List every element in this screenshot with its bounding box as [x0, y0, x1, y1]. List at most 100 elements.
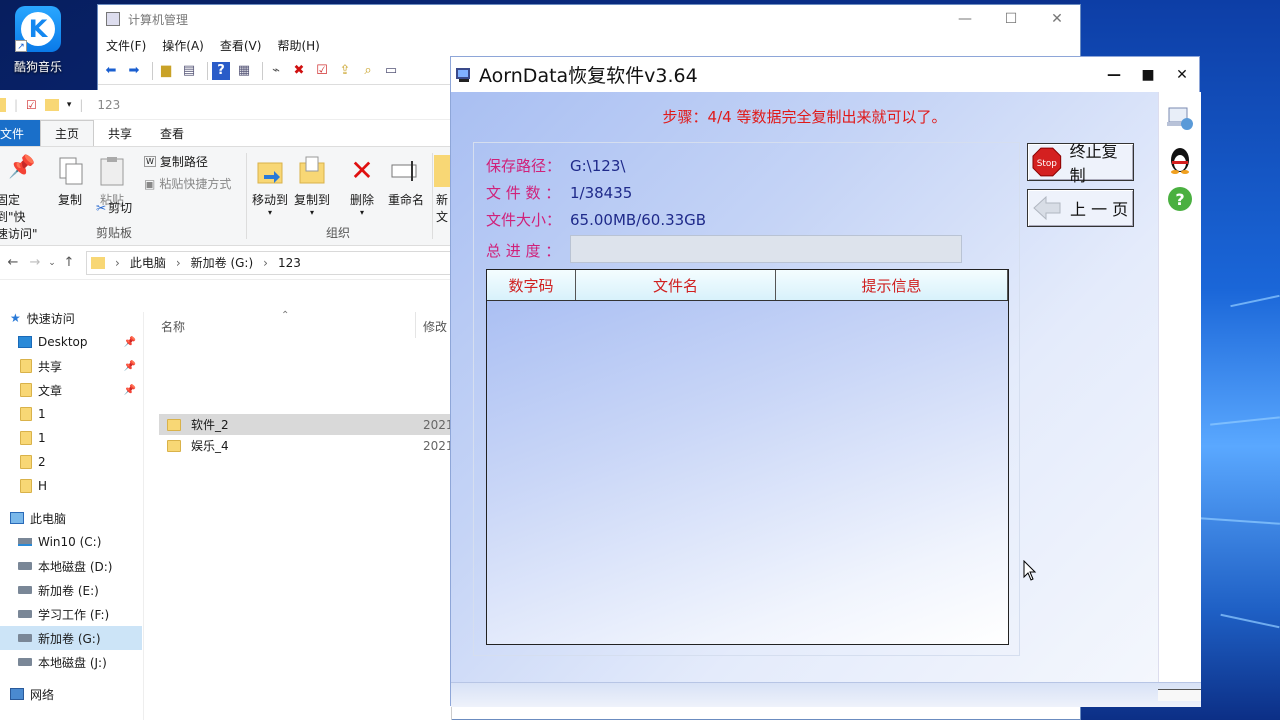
breadcrumb-folder[interactable]: 123: [278, 256, 301, 270]
nav-drive-f[interactable]: 学习工作 (F:): [0, 602, 142, 626]
column-code[interactable]: 数字码: [487, 270, 576, 300]
close-button[interactable]: ✕: [1165, 67, 1199, 83]
nav-item-folder-h[interactable]: H: [0, 474, 142, 498]
help-icon[interactable]: ?: [1165, 184, 1195, 214]
delete-button[interactable]: ✕ 删除 ▾: [344, 155, 380, 218]
copy-file-list[interactable]: 数字码 文件名 提示信息: [486, 269, 1009, 645]
tab-home[interactable]: 主页: [40, 120, 95, 146]
pin-icon: 📌: [8, 155, 36, 180]
properties-check-icon[interactable]: ☑: [26, 98, 37, 112]
paste-shortcut-button[interactable]: ▣ 粘贴快捷方式: [144, 175, 231, 192]
nav-item-folder-1b[interactable]: 1: [0, 426, 142, 450]
nav-drive-d[interactable]: 本地磁盘 (D:): [0, 554, 142, 578]
column-message[interactable]: 提示信息: [776, 270, 1008, 300]
help-icon[interactable]: ?: [212, 61, 230, 80]
mgmt-window-title: 计算机管理: [128, 12, 189, 27]
column-modified[interactable]: 修改: [423, 318, 447, 335]
menu-help[interactable]: 帮助(H): [277, 37, 319, 54]
forward-arrow-icon[interactable]: ➡: [125, 62, 143, 80]
show-hide-tree-icon[interactable]: ▤: [180, 62, 198, 80]
navigation-bar: ← → ⌄ ↑ › 此电脑 › 新加卷 (G:) › 123: [0, 246, 451, 280]
menu-action[interactable]: 操作(A): [162, 37, 204, 54]
back-arrow-icon: [1033, 195, 1061, 221]
desktop-shortcut-kugou[interactable]: K ↗ 酷狗音乐: [4, 6, 72, 78]
nav-item-folder-2[interactable]: 2: [0, 450, 142, 474]
delete-icon[interactable]: ✖: [290, 62, 308, 80]
nav-network[interactable]: 网络: [0, 682, 142, 706]
column-filename[interactable]: 文件名: [576, 270, 776, 300]
nav-item-shared[interactable]: 共享 📌: [0, 354, 142, 378]
cut-button[interactable]: ✂ 剪切: [96, 199, 132, 216]
stop-copy-button[interactable]: Stop 终止复制: [1027, 142, 1134, 185]
back-arrow-icon[interactable]: ⬅: [102, 62, 120, 80]
menu-view[interactable]: 查看(V): [220, 37, 262, 54]
new-item-button[interactable]: 新 文: [434, 155, 450, 225]
nav-tree: ★ 快速访问 Desktop 📌 共享 📌 文章 📌 1 1 2 H 此电脑 W…: [0, 306, 144, 720]
aorn-titlebar[interactable]: AornData恢复软件v3.64 — ■ ✕: [451, 57, 1199, 92]
network-settings-icon[interactable]: [1165, 104, 1195, 134]
nav-drive-c[interactable]: Win10 (C:): [0, 530, 142, 554]
ribbon-tabs: 文件 主页 共享 查看: [0, 120, 451, 146]
export-icon[interactable]: ⇪: [336, 62, 354, 80]
folder-icon: [20, 359, 32, 373]
mouse-cursor-icon: [1023, 560, 1037, 581]
address-bar[interactable]: › 此电脑 › 新加卷 (G:) › 123: [86, 250, 451, 275]
drive-icon: [18, 586, 32, 594]
list-icon[interactable]: ▭: [382, 62, 400, 80]
nav-item-folder-1[interactable]: 1: [0, 402, 142, 426]
nav-item-articles[interactable]: 文章 📌: [0, 378, 142, 402]
paste-shortcut-icon: ▣: [144, 176, 156, 191]
new-folder-icon[interactable]: [44, 98, 59, 111]
drive-icon: [18, 610, 32, 618]
maximize-button[interactable]: ■: [1131, 67, 1165, 83]
scissors-icon: ✂: [96, 200, 107, 215]
maximize-button[interactable]: ☐: [988, 11, 1034, 27]
nav-drive-j[interactable]: 本地磁盘 (J:): [0, 650, 142, 674]
step-message: 步骤：4/4 等数据完全复制出来就可以了。: [662, 108, 947, 126]
check-icon[interactable]: ☑: [313, 62, 331, 80]
forward-arrow-icon[interactable]: →: [24, 255, 46, 270]
back-arrow-icon[interactable]: ←: [2, 255, 24, 270]
copy-path-icon: W: [144, 156, 156, 167]
previous-page-button[interactable]: 上 一 页: [1027, 189, 1134, 227]
menu-file[interactable]: 文件(F): [106, 37, 146, 54]
file-name: 娱乐_4: [191, 439, 229, 453]
tab-file[interactable]: 文件: [0, 120, 40, 146]
copy-to-button[interactable]: 复制到 ▾: [292, 155, 332, 217]
file-size-row: 文件大小： 65.00MB/60.33GB: [486, 209, 706, 230]
breadcrumb-drive[interactable]: 新加卷 (G:): [191, 254, 254, 271]
close-button[interactable]: ✕: [1034, 11, 1080, 27]
rename-button[interactable]: 重命名: [384, 155, 428, 208]
file-row[interactable]: 软件_2 2021: [159, 414, 454, 435]
minimize-button[interactable]: —: [942, 11, 988, 27]
move-to-button[interactable]: 移动到 ▾: [250, 155, 290, 217]
breadcrumb-this-pc[interactable]: 此电脑: [130, 254, 166, 271]
mgmt-titlebar[interactable]: 计算机管理 — ☐ ✕: [98, 5, 1080, 33]
aorndata-recovery-window: AornData恢复软件v3.64 — ■ ✕ 步骤：4/4 等数据完全复制出来…: [450, 56, 1201, 707]
nav-item-desktop[interactable]: Desktop 📌: [0, 330, 142, 354]
qat-dropdown-icon[interactable]: ▾: [67, 100, 72, 110]
copy-path-button[interactable]: W 复制路径: [144, 153, 208, 170]
tab-share[interactable]: 共享: [94, 120, 146, 146]
up-arrow-icon[interactable]: ↑: [58, 255, 80, 270]
search-icon[interactable]: ⌕: [359, 62, 377, 80]
recent-dropdown-icon[interactable]: ⌄: [46, 258, 58, 268]
nav-drive-g[interactable]: 新加卷 (G:): [0, 626, 142, 650]
column-name[interactable]: 名称: [161, 318, 185, 335]
qq-penguin-icon[interactable]: [1165, 144, 1195, 174]
ribbon-home: 📌 固定到"快 速访问" 复制 粘贴 W 复制路径 ▣ 粘贴快捷方式 ✂ 剪切: [0, 146, 451, 246]
up-folder-icon[interactable]: ▆: [157, 62, 175, 80]
disconnect-icon[interactable]: ⌁: [267, 62, 285, 80]
nav-this-pc[interactable]: 此电脑: [0, 506, 142, 530]
properties-icon[interactable]: ▦: [235, 62, 253, 80]
pin-quick-access-button[interactable]: 📌 固定到"快 速访问": [0, 155, 48, 242]
aorn-window-title: AornData恢复软件v3.64: [479, 65, 698, 87]
file-count-label: 文 件 数 ：: [486, 184, 561, 202]
file-row[interactable]: 娱乐_4 2021: [159, 435, 454, 456]
copy-button[interactable]: 复制: [52, 155, 88, 208]
nav-quick-access[interactable]: ★ 快速访问: [0, 306, 142, 330]
nav-drive-e[interactable]: 新加卷 (E:): [0, 578, 142, 602]
tab-view[interactable]: 查看: [146, 120, 198, 146]
minimize-button[interactable]: —: [1097, 67, 1131, 83]
network-icon: [10, 688, 24, 700]
